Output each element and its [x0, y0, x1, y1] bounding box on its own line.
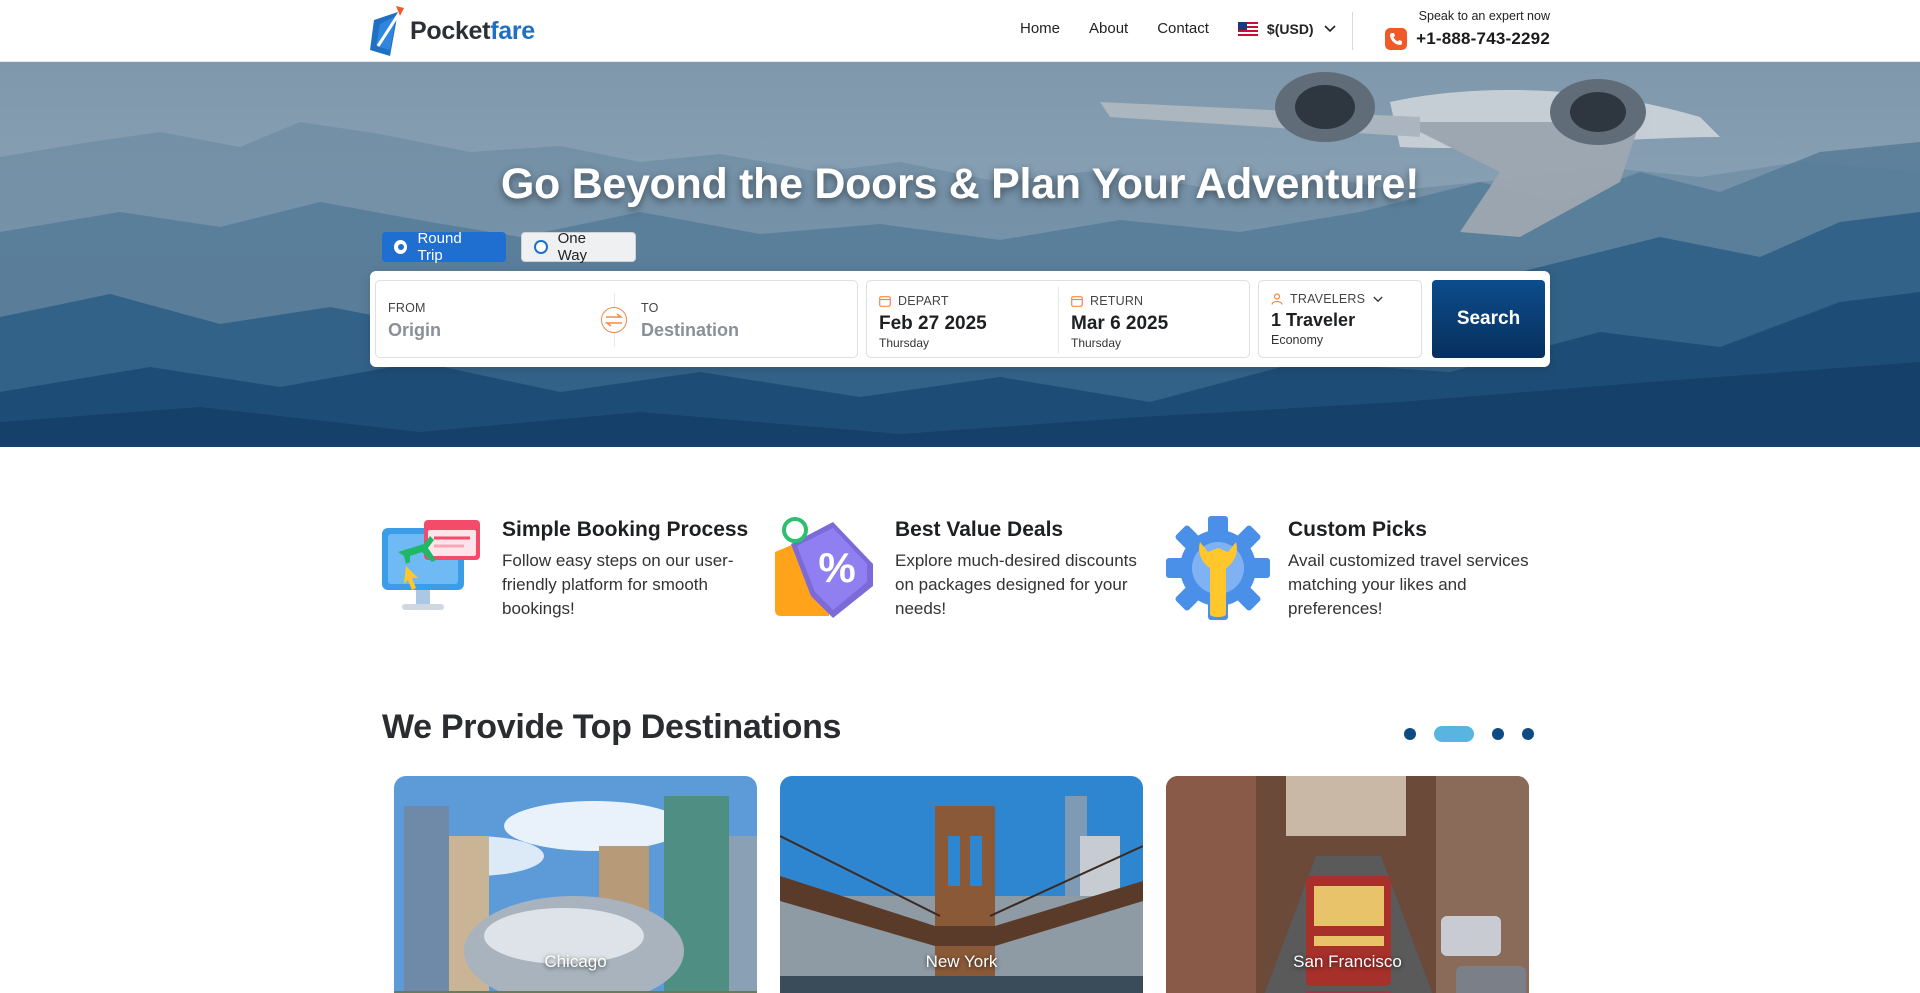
- origin-field[interactable]: FROM Origin: [388, 301, 441, 341]
- carousel-pagination: [1404, 726, 1552, 742]
- header-divider: [1352, 12, 1353, 50]
- destination-name: San Francisco: [1293, 952, 1402, 971]
- one-way-option[interactable]: One Way: [521, 230, 636, 264]
- search-button[interactable]: Search: [1432, 280, 1545, 358]
- phone-icon: [1385, 28, 1408, 50]
- phone-number: +1-888-743-2292: [1416, 29, 1550, 48]
- hero-title: Go Beyond the Doors & Plan Your Adventur…: [500, 160, 1420, 208]
- hero-background-image: [0, 62, 1920, 447]
- travelers-label: TRAVELERS: [1290, 292, 1366, 306]
- travelers-count: 1 Traveler: [1271, 310, 1356, 330]
- radio-selected-icon: [394, 240, 408, 254]
- depart-date: Feb 27 2025: [879, 313, 987, 334]
- depart-date-field[interactable]: DEPART Feb 27 2025 Thursday: [879, 294, 987, 350]
- destination-name: Chicago: [544, 952, 607, 971]
- us-flag-icon: [1237, 21, 1258, 36]
- date-fields: DEPART Feb 27 2025 Thursday RETURN Mar 6…: [866, 280, 1250, 358]
- destination-card-chicago[interactable]: Chicago: [394, 776, 757, 993]
- flight-search-form: FROM Origin TO Destination DEPART Feb 27…: [370, 271, 1550, 367]
- calendar-icon: [1071, 296, 1083, 307]
- return-label: RETURN: [1090, 294, 1144, 308]
- hero-section: Go Beyond the Doors & Plan Your Adventur…: [0, 62, 1920, 447]
- feature-title: Best Value Deals: [895, 518, 1064, 541]
- swap-arrows-icon: [605, 313, 623, 327]
- site-header: Pocketfare Home About Contact $(USD) Spe…: [0, 0, 1920, 62]
- feature-title: Simple Booking Process: [502, 518, 749, 541]
- origin-input[interactable]: Origin: [388, 320, 441, 341]
- currency-label: $(USD): [1266, 20, 1314, 37]
- wrench-gear-icon: [1166, 516, 1270, 620]
- destination-input[interactable]: Destination: [641, 320, 739, 341]
- svg-text:%: %: [818, 544, 855, 591]
- return-date-field[interactable]: RETURN Mar 6 2025 Thursday: [1071, 294, 1168, 350]
- route-fields: FROM Origin TO Destination: [375, 280, 858, 358]
- site-logo[interactable]: Pocketfare: [370, 6, 535, 56]
- destination-label: TO: [641, 301, 659, 315]
- discount-tag-icon: %: [775, 517, 873, 618]
- carousel-dot-2-active[interactable]: [1434, 726, 1474, 742]
- carousel-dot-3[interactable]: [1492, 728, 1504, 740]
- carousel-dot-4[interactable]: [1522, 728, 1534, 740]
- destination-field[interactable]: TO Destination: [641, 301, 739, 341]
- feature-description: Follow easy steps on our user-friendly p…: [502, 551, 734, 618]
- logo-plane-icon: [370, 6, 404, 56]
- nav-home-link[interactable]: Home: [1020, 20, 1060, 37]
- feature-custom-picks: Custom Picks Avail customized travel ser…: [1166, 516, 1538, 621]
- feature-simple-booking: Simple Booking Process Follow easy steps…: [380, 516, 752, 621]
- logo-wordmark: Pocketfare: [410, 17, 535, 46]
- depart-day: Thursday: [879, 336, 930, 350]
- feature-description: Avail customized travel services matchin…: [1288, 551, 1529, 618]
- feature-title: Custom Picks: [1288, 518, 1427, 541]
- expert-label: Speak to an expert now: [1418, 9, 1550, 23]
- destination-card-new-york[interactable]: New York: [780, 776, 1143, 993]
- chevron-down-icon: [1373, 296, 1383, 302]
- depart-label: DEPART: [898, 294, 949, 308]
- calendar-icon: [879, 296, 891, 307]
- main-nav: Home About Contact $(USD): [1020, 20, 1336, 37]
- date-divider: [1058, 287, 1059, 353]
- person-icon: [1271, 293, 1283, 305]
- return-date: Mar 6 2025: [1071, 313, 1169, 334]
- return-day: Thursday: [1071, 336, 1122, 350]
- feature-description: Explore much-desired discounts on packag…: [895, 551, 1137, 618]
- logo-text-part1: Pocket: [410, 16, 491, 45]
- feature-best-value: % Best Value Deals Explore much-desired …: [773, 516, 1145, 621]
- travelers-field[interactable]: TRAVELERS 1 Traveler Economy: [1258, 280, 1422, 358]
- swap-route-button[interactable]: [601, 307, 627, 333]
- round-trip-option[interactable]: Round Trip: [382, 230, 506, 264]
- destination-card-san-francisco[interactable]: San Francisco: [1166, 776, 1529, 993]
- one-way-label: One Way: [557, 230, 588, 264]
- nav-contact-link[interactable]: Contact: [1157, 20, 1209, 37]
- logo-text-part2: fare: [490, 16, 535, 45]
- booking-monitor-icon: [382, 520, 480, 610]
- phone-link[interactable]: +1-888-743-2292: [1385, 28, 1550, 50]
- radio-unselected-icon: [534, 240, 548, 254]
- destinations-heading: We Provide Top Destinations: [382, 708, 842, 746]
- currency-selector[interactable]: $(USD): [1237, 20, 1336, 37]
- round-trip-label: Round Trip: [417, 230, 462, 264]
- origin-label: FROM: [388, 301, 426, 315]
- cabin-class: Economy: [1271, 333, 1324, 347]
- chevron-down-icon: [1324, 24, 1336, 32]
- nav-about-link[interactable]: About: [1089, 20, 1128, 37]
- destination-name: New York: [925, 952, 998, 971]
- carousel-dot-1[interactable]: [1404, 728, 1416, 740]
- expert-contact: Speak to an expert now +1-888-743-2292: [1385, 9, 1550, 50]
